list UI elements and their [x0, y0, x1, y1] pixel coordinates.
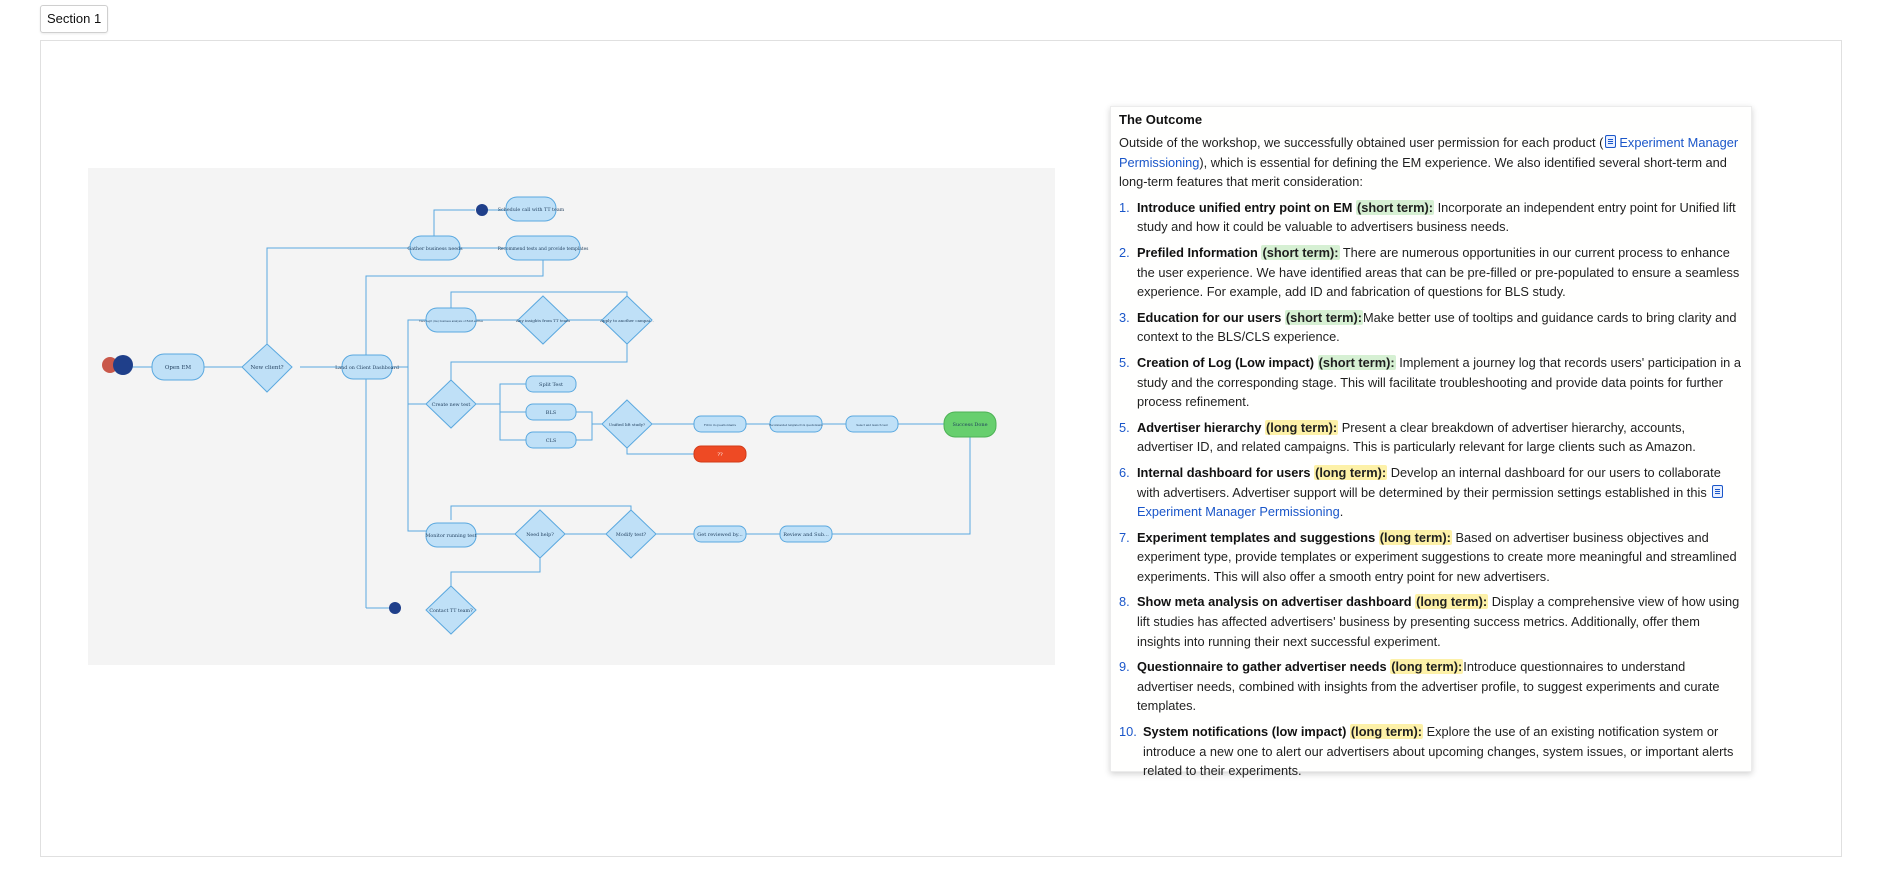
term-badge: (long term):: [1265, 419, 1339, 435]
person-icon: [389, 602, 401, 614]
list-item: 3. Education for our users (short term):…: [1119, 308, 1743, 347]
intro-text: Outside of the workshop, we successfully…: [1119, 135, 1604, 150]
item-number: 9.: [1119, 659, 1130, 675]
label-select-launch: Select and launch test: [856, 423, 888, 427]
label-get-reviewed: Get reviewed by...: [697, 532, 743, 538]
list-item: 7. Experiment templates and suggestions …: [1119, 528, 1743, 587]
label-any-insights: Any insights from TT team: [515, 318, 570, 323]
item-title: Experiment templates and suggestions: [1137, 529, 1376, 545]
section-label[interactable]: Section 1: [40, 5, 109, 33]
label-view-legit: View legit (ms) business analysis of RAM…: [418, 319, 484, 323]
permissioning-link[interactable]: Experiment Manager Permissioning: [1137, 504, 1340, 519]
list-item: 5. Creation of Log (Low impact) (short t…: [1119, 353, 1743, 412]
label-gather-needs: Gather business needs: [407, 246, 463, 252]
term-badge: (long term):: [1314, 464, 1388, 480]
document-icon: [1605, 135, 1617, 148]
list-item: 2. Prefiled Information (short term): Th…: [1119, 243, 1743, 302]
term-badge: (short term):: [1284, 309, 1363, 325]
list-item: 9. Questionnaire to gather advertiser ne…: [1119, 657, 1743, 716]
outcome-title: The Outcome: [1119, 112, 1203, 127]
label-monitor: Monitor running test: [426, 533, 477, 539]
term-badge: (short term):: [1261, 244, 1340, 260]
term-badge: (short term):: [1355, 199, 1435, 215]
label-review-submit: Review and Sub...: [783, 532, 829, 538]
label-new-client: New client?: [250, 365, 283, 371]
label-open-em: Open EM: [165, 365, 192, 371]
person-icon: [476, 204, 488, 216]
term-badge: (long term):: [1349, 724, 1424, 740]
item-number: 10.: [1119, 724, 1137, 740]
label-land-dashboard: Land on Client Dashboard: [335, 365, 399, 371]
list-item: 8. Show meta analysis on advertiser dash…: [1119, 592, 1743, 651]
label-split-test: Split Test: [539, 382, 563, 388]
item-number: 1.: [1119, 199, 1130, 215]
item-number: 5.: [1119, 419, 1130, 435]
label-contact-team: Contact TT team?: [429, 608, 473, 614]
item-number: 7.: [1119, 529, 1130, 545]
item-title: Creation of Log (Low impact): [1137, 354, 1315, 370]
term-badge: (long term):: [1390, 659, 1464, 675]
label-modify-test: Modify test?: [616, 532, 647, 538]
item-title: Show meta analysis on advertiser dashboa…: [1137, 594, 1412, 610]
item-text-after: .: [1339, 504, 1344, 520]
label-success: Success Done: [952, 422, 987, 428]
label-schedule-call: Schedule call with TT team: [498, 207, 565, 213]
list-item: 6. Internal dashboard for users (long te…: [1119, 463, 1743, 522]
label-fill-questionnaire: Fill in in questionnaire: [704, 423, 737, 427]
item-number: 8.: [1119, 594, 1130, 610]
item-number: 6.: [1119, 464, 1130, 480]
flowchart-canvas: Open EM New client? Land on Client Dashb…: [88, 168, 1055, 665]
intro-text-after: ), which is essential for defining the E…: [1119, 154, 1727, 190]
item-title: Introduce unified entry point on EM: [1137, 199, 1353, 215]
label-recommend-tests: Recommend tests and provide templates: [498, 247, 590, 252]
term-badge: (short term):: [1317, 354, 1396, 370]
outcome-card: The Outcome Outside of the workshop, we …: [1110, 106, 1752, 778]
document-icon: [1712, 484, 1724, 498]
item-title: Questionnaire to gather advertiser needs: [1137, 659, 1387, 675]
item-number: 5.: [1119, 354, 1130, 370]
label-unified-lift: Unified lift study?: [609, 422, 645, 427]
item-number: 2.: [1119, 244, 1130, 260]
outcome-intro: Outside of the workshop, we successfully…: [1119, 133, 1743, 192]
flowchart-diagram: Open EM New client? Land on Client Dashb…: [102, 196, 997, 635]
label-recommend-template: Recommended template from questionnaire: [769, 424, 823, 427]
item-title: Education for our users: [1137, 309, 1282, 325]
term-badge: (long term):: [1378, 529, 1452, 545]
label-create-test: Create new test: [432, 402, 471, 408]
label-unknown: ??: [717, 452, 723, 458]
item-title: System notifications (low impact): [1143, 724, 1347, 740]
item-title: Prefiled Information: [1137, 244, 1258, 260]
item-number: 3.: [1119, 309, 1130, 325]
list-item: 10. System notifications (low impact) (l…: [1119, 722, 1743, 781]
label-need-help: Need help?: [526, 532, 554, 538]
list-item: 1. Introduce unified entry point on EM (…: [1119, 198, 1743, 237]
feature-list: 1. Introduce unified entry point on EM (…: [1119, 198, 1743, 781]
label-apply-another: Apply to another campai...: [599, 318, 654, 323]
item-title: Advertiser hierarchy: [1137, 419, 1262, 435]
list-item: 5. Advertiser hierarchy (long term): Pre…: [1119, 418, 1743, 457]
label-cls: CLS: [546, 438, 557, 444]
start-avatars: [102, 355, 133, 375]
item-title: Internal dashboard for users: [1137, 464, 1311, 480]
term-badge: (long term):: [1415, 594, 1489, 610]
label-bls: BLS: [546, 410, 557, 416]
